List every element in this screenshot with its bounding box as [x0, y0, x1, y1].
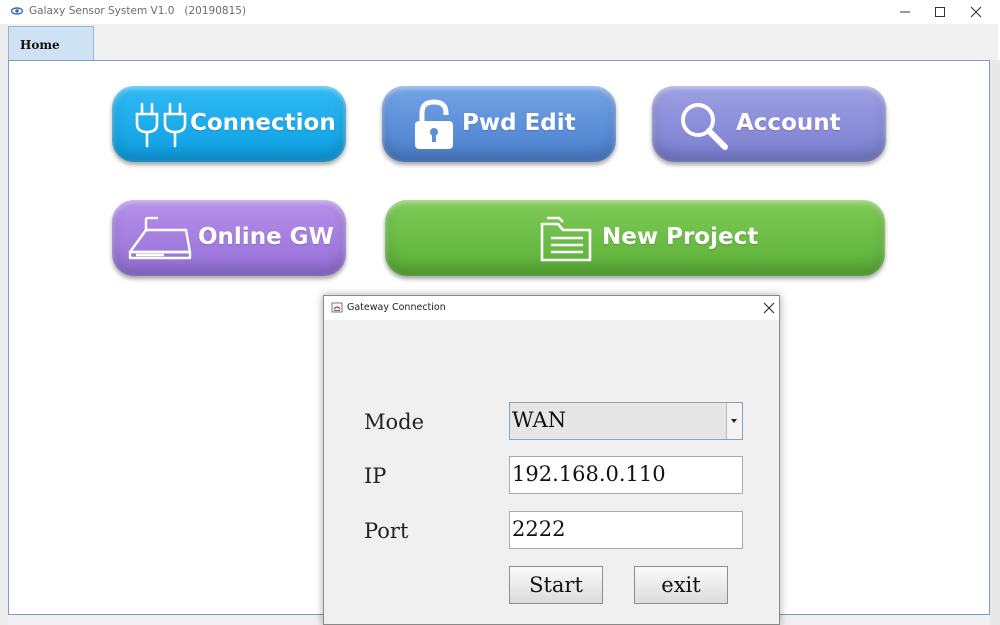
window-right-edge [990, 60, 1000, 625]
search-icon [681, 103, 728, 150]
exit-button[interactable]: exit [634, 566, 728, 604]
close-icon [763, 302, 775, 314]
java-app-icon [331, 302, 343, 313]
ip-label: IP [364, 464, 387, 488]
port-input[interactable]: 2222 [509, 511, 743, 549]
ip-input[interactable]: 192.168.0.110 [509, 456, 743, 494]
close-icon [970, 6, 982, 18]
online-gw-label: Online GW [198, 224, 334, 250]
connection-button[interactable]: Connection [112, 86, 346, 162]
new-project-button[interactable]: New Project [385, 200, 885, 276]
chevron-down-icon[interactable] [726, 403, 742, 439]
port-label: Port [364, 519, 409, 543]
tab-bar [8, 24, 998, 60]
connection-label: Connection [190, 110, 336, 136]
dialog-title: Gateway Connection [347, 302, 446, 313]
new-project-label: New Project [602, 224, 759, 250]
close-button[interactable] [958, 0, 994, 24]
dialog-titlebar: Gateway Connection [324, 296, 779, 320]
pwd-edit-button[interactable]: Pwd Edit [382, 86, 616, 162]
unlock-icon [415, 99, 453, 149]
dialog-close-button[interactable] [760, 299, 778, 317]
window-left-edge [0, 24, 8, 625]
plug-icon [135, 102, 187, 148]
pwd-edit-label: Pwd Edit [462, 110, 576, 136]
tab-home[interactable]: Home [8, 26, 94, 60]
window-titlebar: Galaxy Sensor System V1.0 (20190815) [0, 0, 1000, 24]
account-button[interactable]: Account [652, 86, 886, 162]
gateway-connection-dialog: Gateway Connection Mode WAN IP 192.168.0… [323, 295, 780, 625]
window-title: Galaxy Sensor System V1.0 (20190815) [29, 5, 247, 17]
maximize-button[interactable] [922, 0, 958, 24]
account-label: Account [736, 110, 841, 136]
start-button[interactable]: Start [509, 566, 603, 604]
mode-select[interactable]: WAN [509, 402, 743, 440]
minimize-button[interactable] [887, 0, 923, 24]
minimize-icon [900, 11, 910, 13]
maximize-icon [935, 7, 945, 17]
gateway-device-icon [128, 216, 192, 260]
galaxy-logo-icon [11, 7, 23, 15]
mode-select-value: WAN [512, 408, 567, 432]
folder-icon [540, 216, 592, 262]
online-gw-button[interactable]: Online GW [112, 200, 346, 276]
mode-label: Mode [364, 410, 425, 434]
